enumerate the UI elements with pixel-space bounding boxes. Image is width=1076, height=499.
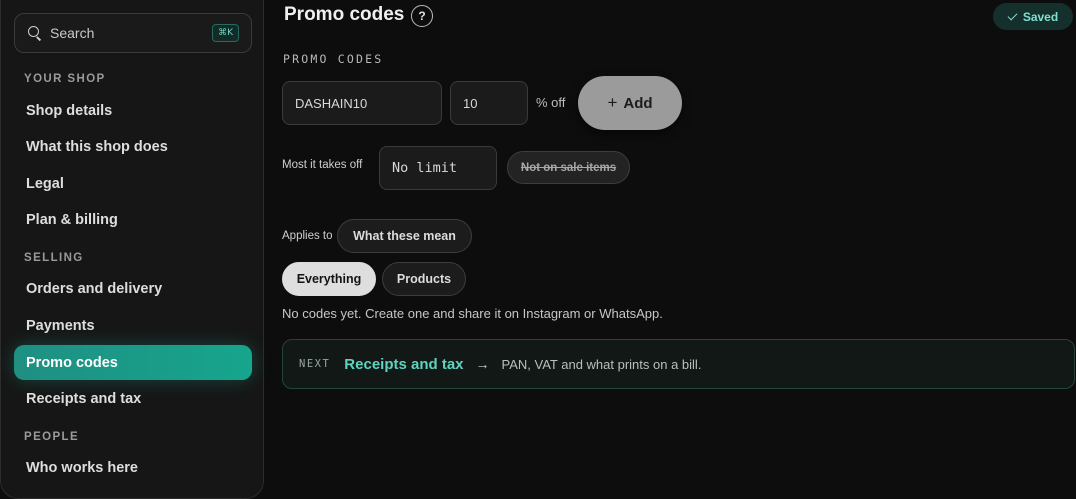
applies-to-label: Applies to xyxy=(282,230,333,242)
plus-icon: + xyxy=(607,93,618,112)
section-title-your-shop: YOUR SHOP xyxy=(24,73,106,85)
scope-products-option[interactable]: Products xyxy=(382,262,466,296)
next-step-link[interactable]: Receipts and tax xyxy=(344,356,463,373)
help-icon[interactable]: ? xyxy=(411,5,433,27)
saved-badge: Saved xyxy=(993,3,1073,30)
check-icon xyxy=(1007,10,1018,20)
add-label: Add xyxy=(623,94,653,112)
section-title-selling: SELLING xyxy=(24,252,84,264)
percent-input[interactable]: 10 xyxy=(450,81,528,125)
max-discount-input[interactable]: No limit xyxy=(379,146,497,190)
code-input[interactable]: DASHAIN10 xyxy=(282,81,442,125)
percent-suffix: % off xyxy=(536,95,566,110)
search-icon xyxy=(28,26,42,41)
not-on-sale-toggle[interactable]: Not on sale items xyxy=(507,151,630,184)
sidebar-item-plan-billing[interactable]: Plan & billing xyxy=(14,202,252,237)
sidebar-item-what-this-shop-does[interactable]: What this shop does xyxy=(14,129,252,164)
saved-label: Saved xyxy=(1022,9,1059,24)
empty-state-message: No codes yet. Create one and share it on… xyxy=(282,306,663,321)
max-discount-label: Most it takes off xyxy=(282,159,363,171)
sidebar-item-who-works-here[interactable]: Who works here xyxy=(14,450,252,485)
section-label-promo-codes: PROMO CODES xyxy=(283,52,384,66)
next-step-card[interactable]: NEXT Receipts and tax → PAN, VAT and wha… xyxy=(282,339,1075,389)
sidebar-item-orders-delivery[interactable]: Orders and delivery xyxy=(14,271,252,306)
sidebar-item-shop-details[interactable]: Shop details xyxy=(14,93,252,128)
next-tag: NEXT xyxy=(299,358,331,370)
page-title: Promo codes xyxy=(284,4,405,25)
search-input[interactable]: Search ⌘K xyxy=(14,13,252,53)
shortcut-badge: ⌘K xyxy=(212,24,239,42)
add-button[interactable]: + Add xyxy=(578,76,682,130)
section-title-people: PEOPLE xyxy=(24,431,80,443)
arrow-right-icon: → xyxy=(475,356,490,372)
sidebar-item-payments[interactable]: Payments xyxy=(14,308,252,343)
search-placeholder: Search xyxy=(50,25,95,41)
sidebar: Search ⌘K YOUR SHOP Shop details What th… xyxy=(0,0,264,499)
scope-everything-option[interactable]: Everything xyxy=(282,262,376,296)
sidebar-item-promo-codes[interactable]: Promo codes xyxy=(14,345,252,380)
sidebar-item-legal[interactable]: Legal xyxy=(14,166,252,201)
sidebar-item-receipts-tax[interactable]: Receipts and tax xyxy=(14,381,252,416)
next-step-description: PAN, VAT and what prints on a bill. xyxy=(501,356,702,372)
what-these-mean-button[interactable]: What these mean xyxy=(337,219,472,253)
